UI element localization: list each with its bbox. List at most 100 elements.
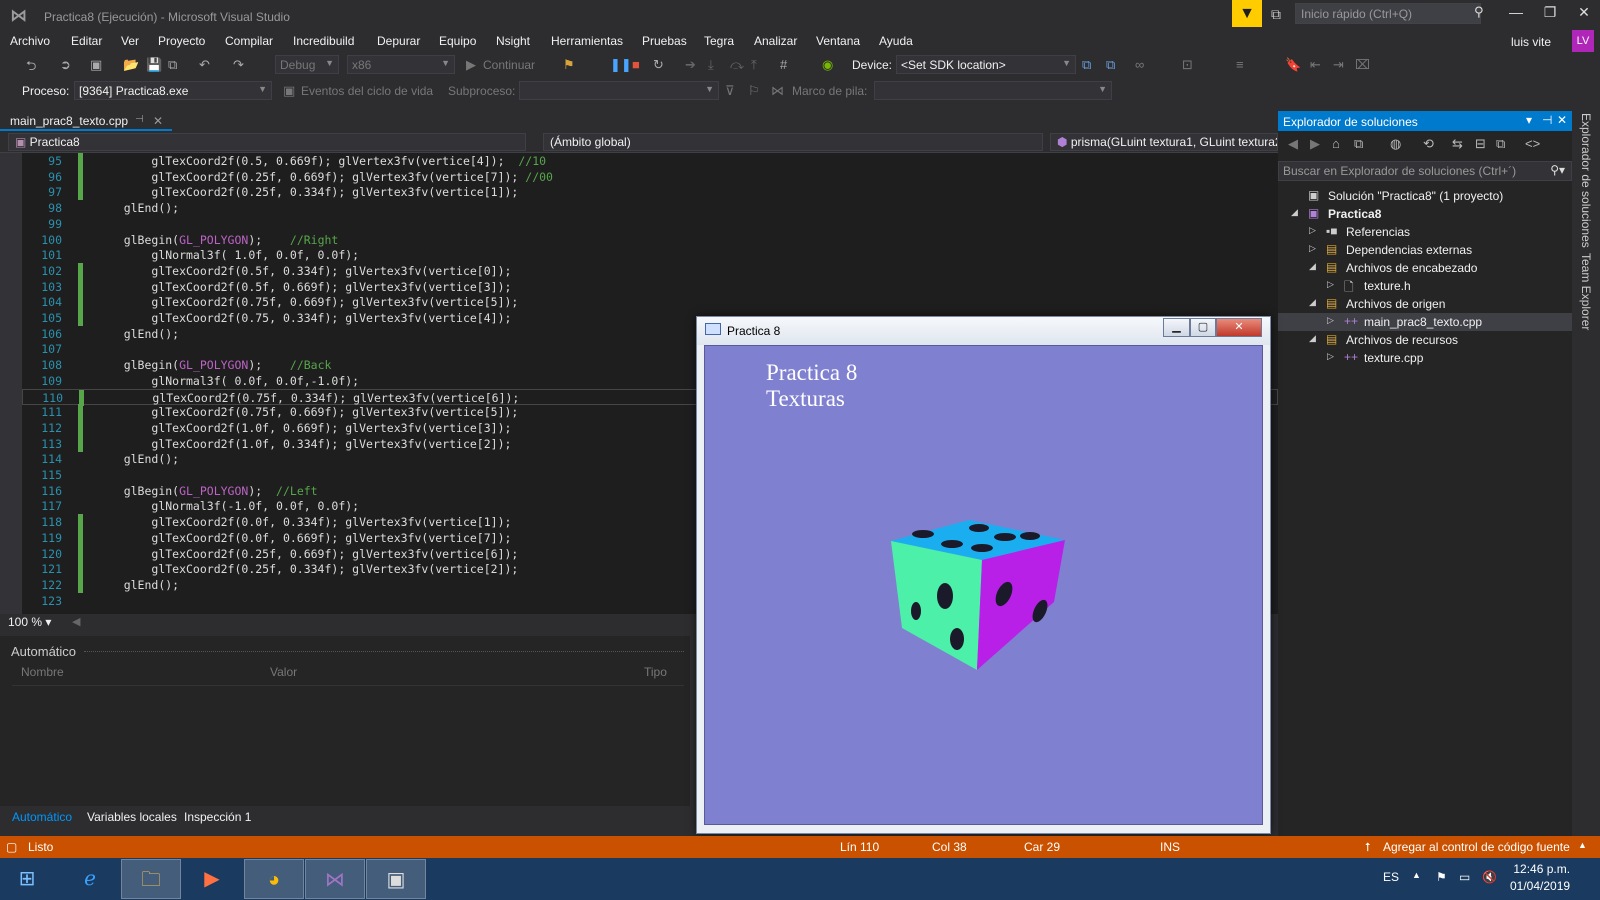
add-to-source-control-button[interactable]: Agregar al control de código fuente: [1383, 840, 1570, 854]
search-icon[interactable]: ⚲: [1474, 4, 1484, 20]
next-bookmark-icon[interactable]: ⇥: [1333, 57, 1344, 73]
member-nav-select[interactable]: ⬢ prisma(GLuint textura1, GLuint textura…: [1050, 133, 1278, 151]
back-icon[interactable]: ◀: [1288, 136, 1298, 152]
network-icon[interactable]: ▭: [1459, 870, 1470, 884]
comment-icon[interactable]: ≡: [1236, 57, 1244, 72]
close-tab-icon[interactable]: ✕: [153, 114, 163, 128]
menu-analizar[interactable]: Analizar: [754, 34, 797, 48]
lifecycle-events-icon[interactable]: ▣: [283, 83, 295, 99]
volume-muted-icon[interactable]: 🔇: [1482, 870, 1497, 884]
zoom-select[interactable]: 100 % ▾: [8, 615, 51, 629]
tree-item[interactable]: ◢ ▤ Archivos de encabezado: [1278, 259, 1572, 277]
menu-nsight[interactable]: Nsight: [496, 34, 530, 48]
expand-arrow-icon[interactable]: ▷: [1309, 243, 1316, 254]
side-tab-team-explorer[interactable]: Team Explorer: [1579, 253, 1593, 330]
menu-pruebas[interactable]: Pruebas: [642, 34, 687, 48]
menu-archivo[interactable]: Archivo: [10, 34, 50, 48]
minimize-button[interactable]: —: [1502, 4, 1530, 20]
practica8-taskbar-icon[interactable]: ▣: [366, 859, 426, 899]
menu-depurar[interactable]: Depurar: [377, 34, 420, 48]
toggle-stack-icon[interactable]: ⋈: [771, 83, 784, 99]
code-line[interactable]: 97 glTexCoord2f(0.25f, 0.334f); glVertex…: [22, 184, 1278, 201]
nvidia-icon[interactable]: ◉: [822, 57, 833, 73]
code-line[interactable]: 99: [22, 216, 1278, 232]
menu-editar[interactable]: Editar: [71, 34, 102, 48]
quick-launch-input[interactable]: Inicio rápido (Ctrl+Q): [1295, 3, 1481, 24]
stop-icon[interactable]: ■: [632, 57, 640, 72]
expand-arrow-icon[interactable]: ▷: [1327, 315, 1334, 326]
switch-views-icon[interactable]: ⧉: [1354, 136, 1363, 152]
autos-column-type[interactable]: Tipo: [644, 665, 667, 679]
solution-search-input[interactable]: Buscar en Explorador de soluciones (Ctrl…: [1278, 161, 1572, 181]
step-into-icon[interactable]: ⤓: [708, 57, 714, 73]
tray-expand-icon[interactable]: ▲: [1412, 870, 1421, 880]
tree-item[interactable]: ▷ 🗋 texture.h: [1278, 277, 1572, 295]
tree-item[interactable]: ◢ ▣ Practica8: [1278, 205, 1572, 223]
find-icon[interactable]: ∞: [1135, 57, 1144, 72]
autos-column-name[interactable]: Nombre: [21, 665, 64, 679]
platform-select[interactable]: x86 ▼: [347, 55, 455, 74]
pending-changes-icon[interactable]: ◍: [1390, 136, 1401, 152]
open-file-icon[interactable]: 📂: [123, 57, 139, 73]
restore-button[interactable]: ❐: [1536, 4, 1564, 21]
tab-watch-1[interactable]: Inspección 1: [184, 810, 251, 824]
search-icon[interactable]: ⚲▾: [1550, 163, 1565, 177]
forward-icon[interactable]: ▶: [1310, 136, 1320, 152]
redo-icon[interactable]: ↷: [233, 57, 244, 73]
code-view-icon[interactable]: <>: [1525, 136, 1540, 151]
file-explorer-icon[interactable]: 🗀: [121, 859, 181, 899]
tree-item[interactable]: ▣ Solución "Practica8" (1 proyecto): [1278, 187, 1572, 205]
code-line[interactable]: 102 glTexCoord2f(0.5f, 0.334f); glVertex…: [22, 262, 1278, 279]
action-center-flag-icon[interactable]: ⚑: [1436, 870, 1447, 884]
collapse-arrow-icon[interactable]: ◢: [1309, 297, 1316, 308]
side-tab-solution-explorer[interactable]: Explorador de soluciones: [1579, 113, 1593, 248]
scroll-left-icon[interactable]: ◀: [72, 615, 80, 628]
collapse-arrow-icon[interactable]: ◢: [1309, 261, 1316, 272]
language-indicator[interactable]: ES: [1383, 870, 1399, 884]
sync-icon[interactable]: ⇆: [1452, 136, 1463, 152]
taskbar-clock[interactable]: 12:46 p.m. 01/04/2019: [1510, 861, 1570, 895]
home-icon[interactable]: ⌂: [1332, 136, 1340, 151]
expand-arrow-icon[interactable]: ▷: [1327, 279, 1334, 290]
app-window-practica8[interactable]: Practica 8 ▁ ▢ ✕ Practica 8 Texturas: [696, 316, 1271, 834]
save-icon[interactable]: 💾: [146, 57, 162, 73]
auto-hide-pin-icon[interactable]: ⊣: [1542, 113, 1552, 127]
expand-arrow-icon[interactable]: ▷: [1309, 225, 1316, 236]
app-maximize-button[interactable]: ▢: [1190, 318, 1216, 337]
menu-ventana[interactable]: Ventana: [816, 34, 860, 48]
collapse-all-icon[interactable]: ⊟: [1475, 136, 1486, 152]
collapse-arrow-icon[interactable]: ◢: [1291, 207, 1298, 218]
process-select[interactable]: [9364] Practica8.exe ▼: [74, 81, 272, 100]
notifications-icon[interactable]: ⧉: [1271, 6, 1281, 23]
tab-autos[interactable]: Automático: [12, 810, 72, 824]
menu-compilar[interactable]: Compilar: [225, 34, 273, 48]
tree-item[interactable]: ▷ ++ texture.cpp: [1278, 349, 1572, 367]
menu-herramientas[interactable]: Herramientas: [551, 34, 623, 48]
step-out-icon[interactable]: ⤒: [751, 57, 757, 73]
app-close-button[interactable]: ✕: [1216, 318, 1262, 337]
expand-arrow-icon[interactable]: ▷: [1327, 351, 1334, 362]
show-next-statement-icon[interactable]: ➔: [685, 57, 696, 73]
show-all-files-icon[interactable]: ⧉: [1496, 136, 1505, 152]
window-position-icon[interactable]: ▾: [1526, 113, 1532, 127]
undo-icon[interactable]: ↶: [199, 57, 210, 73]
pin-icon[interactable]: ⊣: [135, 114, 144, 125]
collapse-arrow-icon[interactable]: ◢: [1309, 333, 1316, 344]
continue-icon[interactable]: ▶: [466, 57, 476, 73]
clear-bookmarks-icon[interactable]: ⌧: [1355, 57, 1370, 73]
avatar[interactable]: LV: [1572, 30, 1594, 52]
menu-ver[interactable]: Ver: [121, 34, 139, 48]
flag-threads-icon[interactable]: ⚐: [748, 83, 760, 99]
code-line[interactable]: 96 glTexCoord2f(0.25f, 0.669f); glVertex…: [22, 168, 1278, 185]
code-line[interactable]: 103 glTexCoord2f(0.5f, 0.669f); glVertex…: [22, 278, 1278, 295]
autos-column-value[interactable]: Valor: [270, 665, 297, 679]
close-button[interactable]: ✕: [1570, 4, 1598, 21]
media-player-icon[interactable]: ▶: [182, 859, 242, 899]
menu-proyecto[interactable]: Proyecto: [158, 34, 205, 48]
document-tab[interactable]: main_prac8_texto.cpp ⊣ ✕: [0, 111, 172, 131]
continue-button[interactable]: Continuar: [483, 58, 535, 72]
source-control-arrow-icon[interactable]: ▲: [1578, 840, 1587, 850]
tree-item[interactable]: ▷ ++ main_prac8_texto.cpp: [1278, 313, 1572, 331]
new-project-icon[interactable]: ▣: [90, 57, 102, 73]
visual-studio-taskbar-icon[interactable]: ⋈: [305, 859, 365, 899]
